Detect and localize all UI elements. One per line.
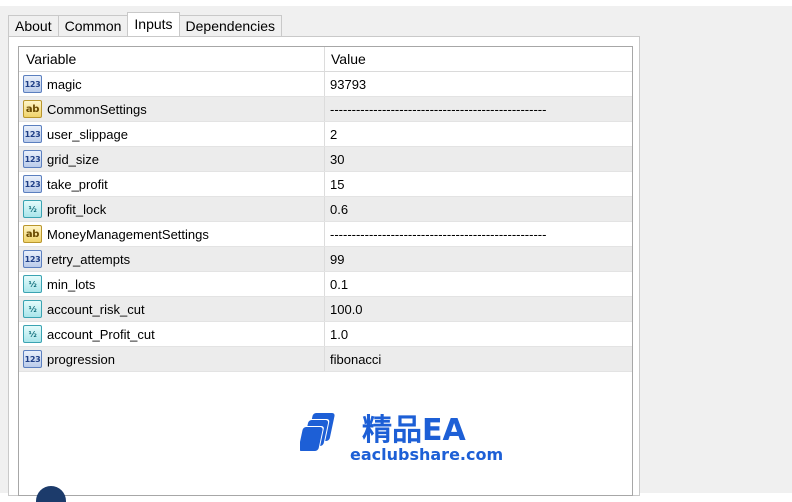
variable-cell: 123 user_slippage [19,122,325,146]
value-cell[interactable]: ----------------------------------------… [325,97,632,121]
variable-cell: ab MoneyManagementSettings [19,222,325,246]
variable-name: account_Profit_cut [47,326,155,342]
variable-name: user_slippage [47,126,128,142]
value-cell[interactable]: ----------------------------------------… [325,222,632,246]
value-cell[interactable]: 93793 [325,72,632,96]
double-type-icon: ½ [23,325,42,343]
double-type-icon: ½ [23,300,42,318]
column-header-value[interactable]: Value [325,47,632,71]
value-cell[interactable]: 0.1 [325,272,632,296]
int-type-icon: 123 [23,350,42,368]
tab-about[interactable]: About [8,15,59,36]
variable-cell: 123 progression [19,347,325,371]
variable-name: MoneyManagementSettings [47,226,209,242]
stacked-layers-logo-icon [300,413,335,452]
variable-cell: 123 magic [19,72,325,96]
int-type-icon: 123 [23,150,42,168]
int-type-icon: 123 [23,125,42,143]
watermark: 精品EA eaclubshare.com [300,403,504,473]
int-type-icon: 123 [23,175,42,193]
tab-dependencies[interactable]: Dependencies [178,15,283,36]
variable-cell: ½ min_lots [19,272,325,296]
table-row[interactable]: 123 magic 93793 [19,72,632,97]
table-row[interactable]: ½ account_risk_cut 100.0 [19,297,632,322]
variable-name: CommonSettings [47,101,147,117]
string-type-icon: ab [23,100,42,118]
table-row[interactable]: 123 take_profit 15 [19,172,632,197]
table-row[interactable]: 123 retry_attempts 99 [19,247,632,272]
tab-common[interactable]: Common [57,15,129,36]
table-row[interactable]: ½ min_lots 0.1 [19,272,632,297]
value-cell[interactable]: 0.6 [325,197,632,221]
variable-cell: 123 retry_attempts [19,247,325,271]
variable-cell: ½ profit_lock [19,197,325,221]
value-cell[interactable]: fibonacci [325,347,632,371]
value-cell[interactable]: 30 [325,147,632,171]
string-type-icon: ab [23,225,42,243]
variable-name: take_profit [47,176,108,192]
watermark-url: eaclubshare.com [350,445,504,464]
int-type-icon: 123 [23,250,42,268]
value-cell[interactable]: 100.0 [325,297,632,321]
grid-header: Variable Value [19,47,632,72]
variable-cell: 123 grid_size [19,147,325,171]
double-type-icon: ½ [23,275,42,293]
value-cell[interactable]: 2 [325,122,632,146]
table-row[interactable]: 123 progression fibonacci [19,347,632,372]
variable-cell: 123 take_profit [19,172,325,196]
table-row[interactable]: ½ profit_lock 0.6 [19,197,632,222]
table-row[interactable]: 123 user_slippage 2 [19,122,632,147]
expert-properties-window: About Common Inputs Dependencies Variabl… [0,0,792,502]
variable-name: profit_lock [47,201,107,217]
grid-rows: 123 magic 93793 ab CommonSettings -----------… [19,72,632,372]
tab-strip: About Common Inputs Dependencies [8,12,283,36]
table-row[interactable]: 123 grid_size 30 [19,147,632,172]
variable-name: account_risk_cut [47,301,145,317]
variable-name: min_lots [47,276,96,292]
value-cell[interactable]: 15 [325,172,632,196]
column-header-variable[interactable]: Variable [19,47,325,71]
table-row[interactable]: ab MoneyManagementSettings ---------------… [19,222,632,247]
watermark-title: 精品EA [362,413,466,448]
variable-name: grid_size [47,151,100,167]
top-strip [0,0,792,6]
variable-cell: ½ account_Profit_cut [19,322,325,346]
tab-inputs[interactable]: Inputs [127,12,180,36]
table-row[interactable]: ab CommonSettings ------------------------… [19,97,632,122]
variable-name: retry_attempts [47,251,131,267]
table-row[interactable]: ½ account_Profit_cut 1.0 [19,322,632,347]
variable-name: progression [47,351,115,367]
variable-cell: ab CommonSettings [19,97,325,121]
int-type-icon: 123 [23,75,42,93]
variable-cell: ½ account_risk_cut [19,297,325,321]
variable-name: magic [47,76,82,92]
value-cell[interactable]: 99 [325,247,632,271]
double-type-icon: ½ [23,200,42,218]
value-cell[interactable]: 1.0 [325,322,632,346]
